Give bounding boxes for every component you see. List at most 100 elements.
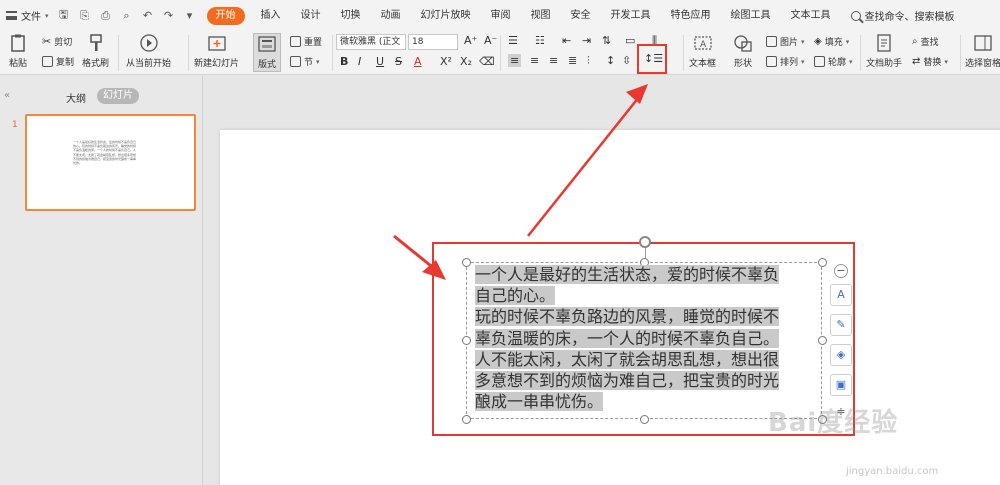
textbox-button[interactable]: A 文本框 [689, 34, 716, 69]
find-button[interactable]: ⌕ 查找 [912, 35, 939, 48]
frame-icon[interactable]: ▣ [830, 374, 852, 396]
print-icon[interactable]: ⎙ [99, 9, 113, 23]
arrange-button[interactable]: 排列 ▾ [766, 55, 805, 68]
slide-body-text[interactable]: 一个人是最好的生活状态，爱的时候不辜负 自己的心。 玩的时候不辜负路边的风景，睡… [475, 264, 820, 412]
collapse-icon[interactable]: − [834, 264, 848, 278]
decrease-indent-icon[interactable]: ⇤ [562, 34, 571, 47]
fill-icon[interactable]: ◈ [830, 344, 852, 366]
tab-drawing-tools[interactable]: 绘图工具 [721, 0, 781, 31]
tab-outline[interactable]: 大纲 [66, 90, 86, 105]
font-color-icon[interactable]: A [414, 55, 422, 68]
tab-features[interactable]: 特色应用 [661, 0, 721, 31]
ribbon-divider [118, 35, 119, 71]
picture-icon [766, 36, 777, 47]
picture-button[interactable]: 图片 ▾ [766, 35, 805, 48]
align-text-icon[interactable]: ▭ [625, 34, 635, 47]
bold-icon[interactable]: B [340, 55, 348, 68]
bullet-list-icon[interactable]: ☰ [508, 34, 518, 47]
italic-icon[interactable]: I [358, 55, 361, 68]
tab-slides[interactable]: 幻灯片 [97, 88, 139, 104]
increase-font-icon[interactable]: A⁺ [464, 34, 477, 47]
tab-transition[interactable]: 切换 [331, 0, 371, 31]
save-icon[interactable]: 🖫 [57, 6, 71, 25]
text-style-icon[interactable]: A [830, 284, 852, 306]
justify-icon[interactable]: ≣ [568, 54, 577, 67]
clear-format-icon[interactable]: ⌫ [479, 55, 495, 68]
collapse-panel-icon[interactable]: « [4, 90, 10, 101]
numbered-list-icon[interactable]: ☷ [535, 34, 545, 47]
undo-icon[interactable]: ↶ [141, 9, 155, 22]
resize-handle[interactable] [462, 258, 471, 267]
file-menu[interactable]: 文件 ▾ [6, 8, 49, 23]
text-direction-icon[interactable]: ⇅ [602, 34, 611, 47]
outline-button[interactable]: 轮廓 ▾ [814, 55, 853, 68]
decrease-font-icon[interactable]: A⁻ [484, 34, 497, 47]
tab-text-tools[interactable]: 文本工具 [781, 0, 841, 31]
superscript-icon[interactable]: X² [440, 55, 452, 68]
slide-thumbnail[interactable]: 一个人是最好的生活状态，爱的时候不辜负自己的心。玩的时候不辜负路边的风景，睡觉的… [25, 114, 196, 211]
tab-home[interactable]: 开始 [206, 6, 245, 25]
section-button[interactable]: 节 ▾ [290, 55, 320, 68]
document-helper-icon [877, 34, 891, 52]
subscript-icon[interactable]: X₂ [460, 55, 472, 68]
align-right-icon[interactable]: ≡ [549, 54, 558, 67]
shape-button[interactable]: 形状 [733, 34, 753, 69]
cut-button[interactable]: ✂ 剪切 [42, 35, 72, 48]
align-left-icon[interactable]: ≡ [508, 54, 522, 67]
play-from-current-label: 从当前开始 [126, 59, 172, 69]
chevron-down-icon: ▾ [944, 57, 948, 66]
reset-button[interactable]: 重置 [290, 35, 322, 48]
tab-review[interactable]: 审阅 [481, 0, 521, 31]
print-preview-icon[interactable]: ⌕ [120, 9, 134, 23]
paragraph-spacing-icon[interactable]: ⇳ [622, 54, 631, 67]
textbox-icon: A [693, 36, 712, 50]
export-pdf-icon[interactable]: ⎘ [78, 9, 92, 23]
tab-view[interactable]: 视图 [521, 0, 561, 31]
redo-icon[interactable]: ↷ [162, 9, 176, 22]
underline-icon[interactable]: U [376, 55, 384, 68]
resize-handle[interactable] [462, 336, 471, 345]
copy-button[interactable]: 复制 [42, 55, 74, 68]
clipboard-icon [11, 34, 25, 52]
layout-label: 版式 [257, 60, 276, 70]
tab-security[interactable]: 安全 [561, 0, 601, 31]
font-size-select[interactable]: 18 [408, 34, 458, 50]
fill-button[interactable]: ◈ 填充 ▾ [814, 35, 849, 48]
resize-handle[interactable] [462, 415, 471, 424]
tab-insert[interactable]: 插入 [251, 0, 291, 31]
rotate-handle[interactable] [639, 236, 651, 248]
search-icon [850, 10, 861, 21]
tab-developer[interactable]: 开发工具 [601, 0, 661, 31]
font-name-select[interactable]: 微软雅黑 (正文 [336, 34, 406, 50]
chevron-down-icon: ▾ [845, 37, 850, 46]
tab-design[interactable]: 设计 [291, 0, 331, 31]
command-search[interactable]: 查找命令、搜索模板 [850, 8, 955, 23]
tab-slideshow[interactable]: 幻灯片放映 [411, 0, 481, 31]
line-spacing-decrease-icon[interactable]: ↕ [606, 54, 615, 67]
doc-helper-button[interactable]: 文档助手 [866, 34, 902, 69]
replace-button[interactable]: ⇄ 替换 ▾ [912, 55, 948, 68]
resize-handle[interactable] [640, 415, 649, 424]
tab-animation[interactable]: 动画 [371, 0, 411, 31]
customize-chevron-icon[interactable]: ▾ [183, 9, 197, 22]
paste-button[interactable]: 粘贴 [8, 34, 28, 69]
section-icon [290, 56, 301, 67]
play-from-current-button[interactable]: 从当前开始 [126, 34, 171, 69]
new-slide-button[interactable]: 新建幻灯片 [194, 34, 239, 69]
replace-label: 替换 [923, 58, 942, 68]
increase-indent-icon[interactable]: ⇥ [582, 34, 591, 47]
section-label: 节 [304, 58, 314, 68]
svg-text:A: A [700, 40, 707, 50]
find-label: 查找 [920, 38, 939, 48]
pen-icon[interactable]: ✎ [830, 314, 852, 336]
align-center-icon[interactable]: ≡ [530, 54, 539, 67]
select-pane-button[interactable]: 选择窗格 [965, 34, 1000, 69]
distribute-icon[interactable]: ⫶ [587, 54, 590, 68]
text-line: 玩的时候不辜负路边的风景，睡觉的时候不 [475, 307, 780, 327]
strikethrough-icon[interactable]: S [395, 55, 402, 68]
layout-button[interactable]: 版式 [253, 33, 281, 72]
format-painter-button[interactable]: 格式刷 [82, 34, 109, 69]
outline-icon [814, 56, 825, 67]
ribbon-divider [683, 35, 684, 71]
select-pane-label: 选择窗格 [965, 59, 1000, 69]
